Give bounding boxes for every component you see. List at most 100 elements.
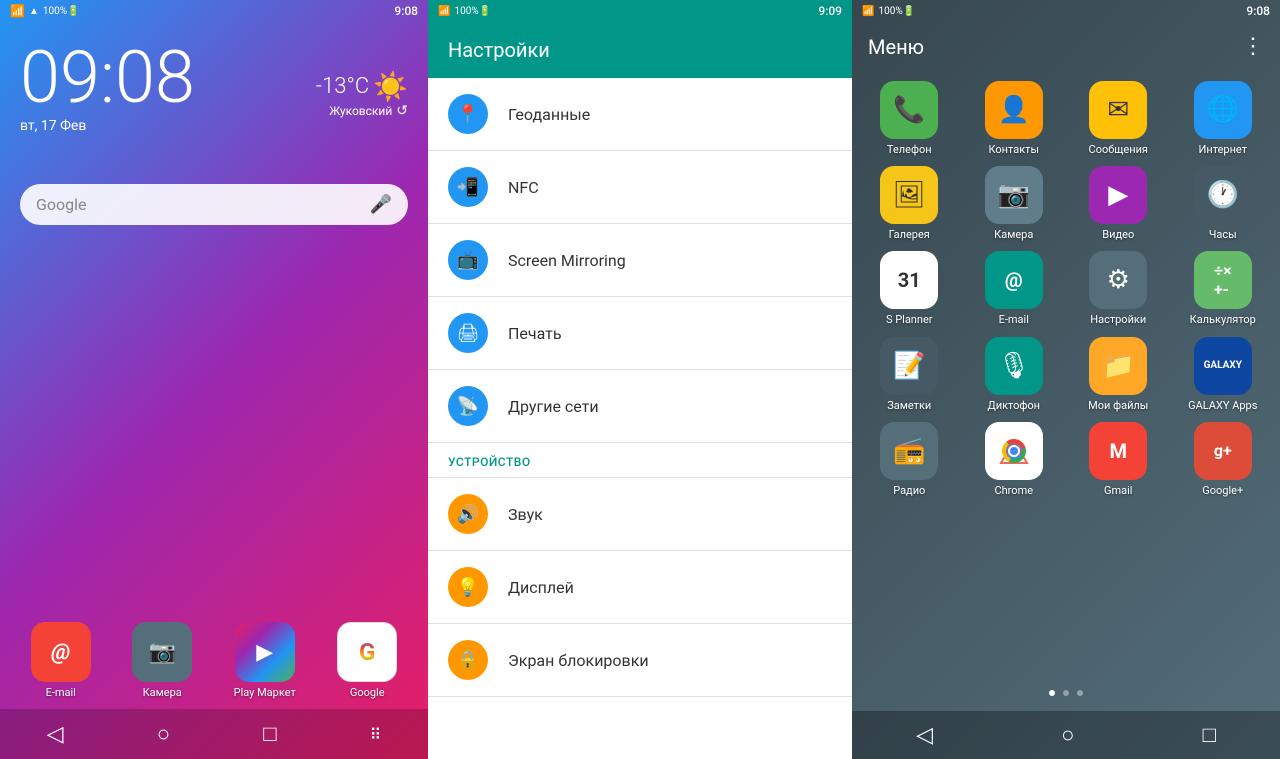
settings-lockscreen[interactable]: 🔒 Экран блокировки [428, 624, 852, 697]
status-time-2: 9:09 [818, 4, 842, 18]
settings2-icon: ⚙ [1089, 251, 1147, 309]
calculator-label: Калькулятор [1190, 313, 1256, 326]
home-btn-1[interactable]: ○ [157, 721, 170, 747]
apps-btn-1[interactable]: ⠿ [370, 725, 382, 744]
app-internet[interactable]: 🌐 Интернет [1176, 81, 1271, 156]
mic-icon[interactable]: 🎤 [370, 194, 392, 215]
settings-mirroring[interactable]: 📺 Screen Mirroring [428, 224, 852, 297]
app-contacts[interactable]: 👤 Контакты [967, 81, 1062, 156]
phone-label: Телефон [887, 143, 932, 156]
gplus-label: Google+ [1202, 484, 1243, 497]
geodata-label: Геоданные [508, 105, 590, 124]
settings-display[interactable]: 💡 Дисплей [428, 551, 852, 624]
settings-print[interactable]: 🖨 Печать [428, 297, 852, 370]
dot-1[interactable] [1049, 690, 1055, 696]
recorder-icon: 🎙 [985, 337, 1043, 395]
chrome-icon [985, 422, 1043, 480]
status-bar-3: 📶 100%🔋 9:08 [852, 0, 1280, 22]
dock-email[interactable]: @ E-mail [31, 622, 91, 699]
dot-3[interactable] [1077, 690, 1083, 696]
lockscreen-icon: 🔒 [448, 640, 488, 680]
networks-icon: 📡 [448, 386, 488, 426]
app-phone[interactable]: 📞 Телефон [862, 81, 957, 156]
calculator-icon: ÷×+- [1194, 251, 1252, 309]
dock-camera[interactable]: 📷 Камера [132, 622, 192, 699]
back-btn-3[interactable]: ◁ [916, 723, 933, 748]
app-calculator[interactable]: ÷×+- Калькулятор [1176, 251, 1271, 326]
radio-icon: 📻 [880, 422, 938, 480]
app-settings[interactable]: ⚙ Настройки [1071, 251, 1166, 326]
google-icon: G [337, 622, 397, 682]
camera2-icon: 📷 [985, 166, 1043, 224]
gplus-icon: g+ [1194, 422, 1252, 480]
app-clock[interactable]: 🕐 Часы [1176, 166, 1271, 241]
dot-2[interactable] [1063, 690, 1069, 696]
search-bar[interactable]: Google 🎤 [20, 184, 408, 225]
nav-bar-1: ◁ ○ □ ⠿ [0, 709, 428, 759]
messages-label: Сообщения [1089, 143, 1148, 156]
app-galaxy-apps[interactable]: GALAXY GALAXY Apps [1176, 337, 1271, 412]
recents-btn-1[interactable]: □ [263, 721, 276, 747]
phone-icon: 📞 [880, 81, 938, 139]
dock-apps: @ E-mail 📷 Камера ▶ Play Маркет G Google [0, 622, 428, 699]
app-radio[interactable]: 📻 Радио [862, 422, 957, 497]
back-btn-1[interactable]: ◁ [47, 722, 64, 747]
date-display: вт, 17 Фев [20, 118, 408, 134]
app-notes[interactable]: 📝 Заметки [862, 337, 957, 412]
galaxy-icon: GALAXY [1194, 337, 1252, 395]
networks-label: Другие сети [508, 397, 599, 416]
camera2-label: Камера [994, 228, 1033, 241]
galaxy-label: GALAXY Apps [1188, 399, 1257, 412]
app-myfiles[interactable]: 📁 Мои файлы [1071, 337, 1166, 412]
display-icon: 💡 [448, 567, 488, 607]
clock-icon: 🕐 [1194, 166, 1252, 224]
notes-label: Заметки [887, 399, 931, 412]
nfc-label: NFC [508, 178, 539, 197]
drawer-header: Меню ⋮ [852, 22, 1280, 71]
settings-sound[interactable]: 🔊 Звук [428, 478, 852, 551]
app-gmail[interactable]: M Gmail [1071, 422, 1166, 497]
home-btn-3[interactable]: ○ [1061, 722, 1074, 748]
dock-google[interactable]: G Google [337, 622, 397, 699]
device-section-header: УСТРОЙСТВО [428, 443, 852, 478]
app-recorder[interactable]: 🎙 Диктофон [967, 337, 1062, 412]
settings-nfc[interactable]: 📲 NFC [428, 151, 852, 224]
signal-icon-3: 📶 [862, 6, 874, 17]
internet-label: Интернет [1199, 143, 1247, 156]
signal-icon-2: 📶 [438, 6, 450, 17]
internet-icon: 🌐 [1194, 81, 1252, 139]
search-label: Google [36, 195, 87, 214]
contacts-label: Контакты [988, 143, 1039, 156]
app-messages[interactable]: ✉ Сообщения [1071, 81, 1166, 156]
settings-networks[interactable]: 📡 Другие сети [428, 370, 852, 443]
status-left-3: 📶 100%🔋 [862, 6, 915, 17]
app-googleplus[interactable]: g+ Google+ [1176, 422, 1271, 497]
drawer-more-icon[interactable]: ⋮ [1242, 34, 1264, 59]
print-label: Печать [508, 324, 562, 343]
status-bar-1: 📶 ▲ 100%🔋 9:08 [0, 0, 428, 22]
dock-playstore[interactable]: ▶ Play Маркет [234, 622, 296, 699]
refresh-icon[interactable]: ↺ [396, 103, 408, 119]
app-splanner[interactable]: 31 S Planner [862, 251, 957, 326]
page-dots [852, 682, 1280, 704]
video-label: Видео [1102, 228, 1134, 241]
app-camera[interactable]: 📷 Камера [967, 166, 1062, 241]
apps-grid: 📞 Телефон 👤 Контакты ✉ Сообщения 🌐 Интер… [852, 71, 1280, 507]
app-email[interactable]: @ E-mail [967, 251, 1062, 326]
mirroring-label: Screen Mirroring [508, 251, 626, 270]
lockscreen-label: Экран блокировки [508, 651, 649, 670]
app-chrome[interactable]: Chrome [967, 422, 1062, 497]
signal-icon-1: 📶 [10, 4, 25, 18]
settings-header: Настройки [428, 22, 852, 78]
playstore-icon: ▶ [235, 622, 295, 682]
camera-icon: 📷 [132, 622, 192, 682]
gmail-label: Gmail [1104, 484, 1132, 497]
notes-icon: 📝 [880, 337, 938, 395]
home-screen: 📶 ▲ 100%🔋 9:08 09:08 вт, 17 Фев -13°C ☀️… [0, 0, 428, 759]
app-video[interactable]: ▶ Видео [1071, 166, 1166, 241]
recents-btn-3[interactable]: □ [1203, 722, 1216, 748]
settings-geodata[interactable]: 📍 Геоданные [428, 78, 852, 151]
settings-title: Настройки [448, 38, 550, 62]
clock-label: Часы [1209, 228, 1237, 241]
app-gallery[interactable]: 🖼 Галерея [862, 166, 957, 241]
